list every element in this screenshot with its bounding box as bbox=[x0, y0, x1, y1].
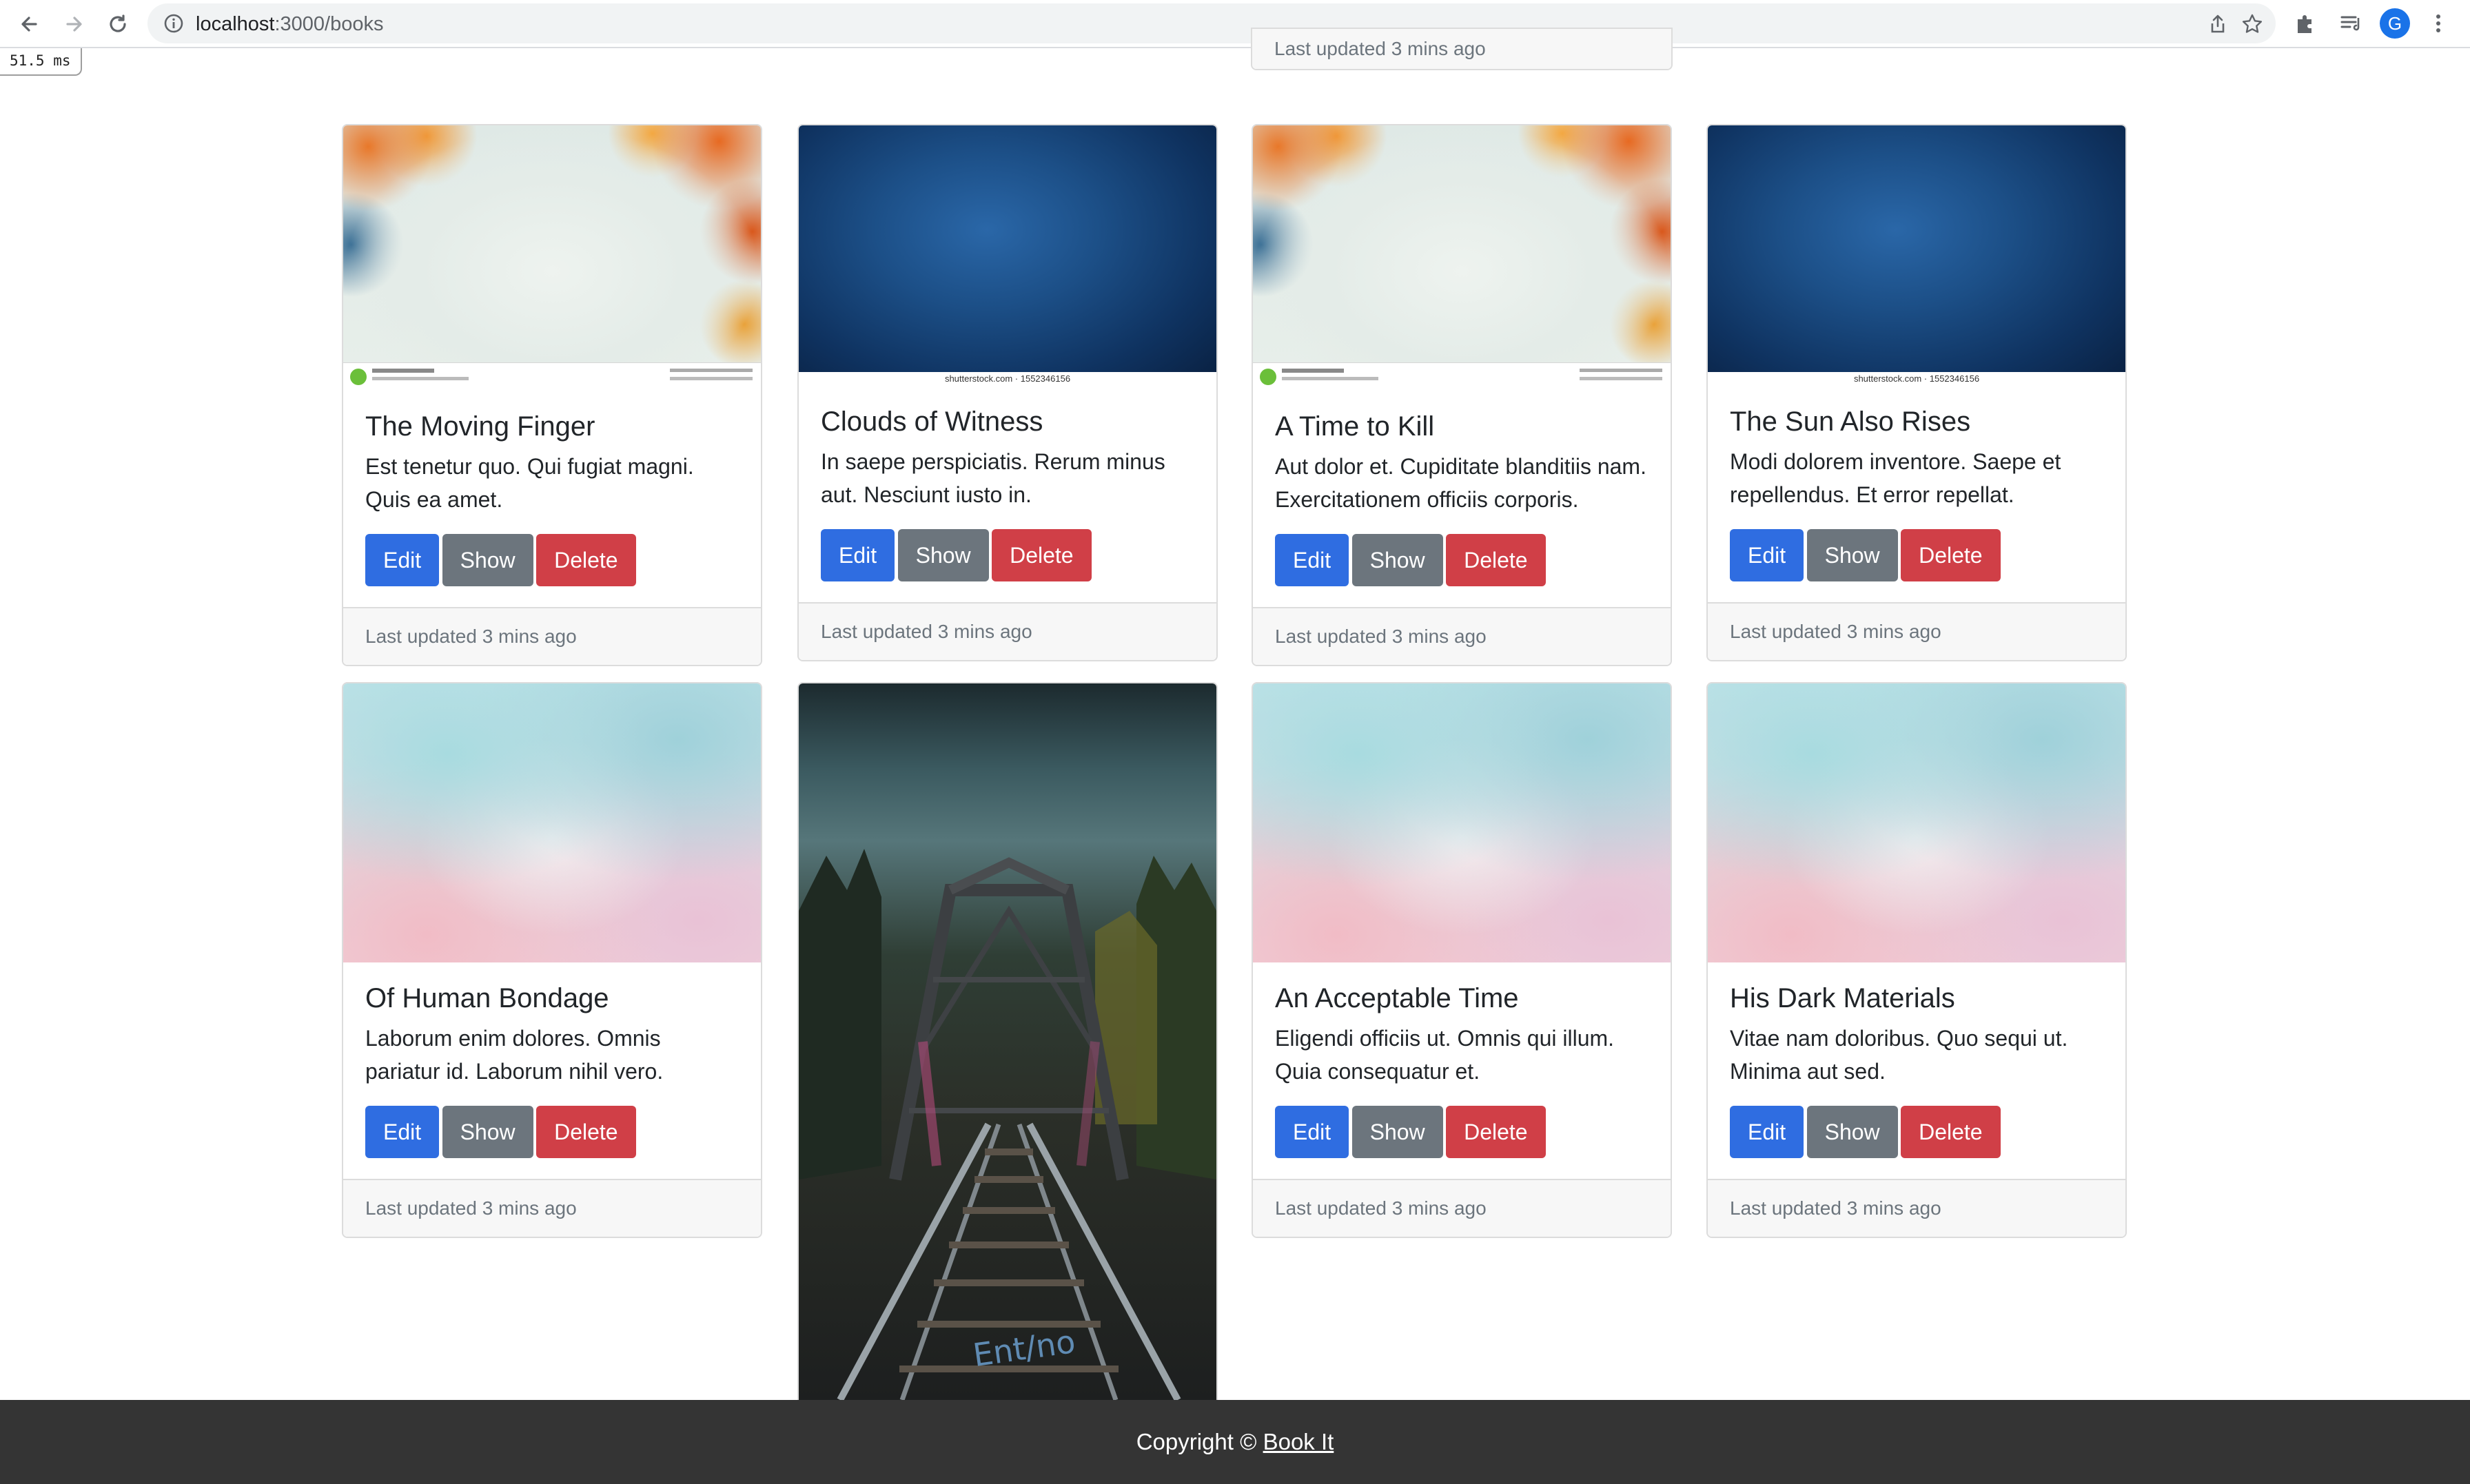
show-button[interactable]: Show bbox=[1806, 1106, 1898, 1158]
book-description: Vitae nam doloribus. Quo sequi ut. Minim… bbox=[1730, 1026, 2068, 1084]
edit-button[interactable]: Edit bbox=[821, 529, 895, 581]
book-description: Eligendi officiis ut. Omnis qui illum. Q… bbox=[1275, 1026, 1615, 1084]
image-watermark-strip bbox=[343, 362, 761, 391]
delete-button[interactable]: Delete bbox=[1446, 1106, 1546, 1158]
book-cover-image bbox=[343, 125, 761, 391]
book-cover-image: shutterstock.com · 1552346156 bbox=[799, 125, 1216, 386]
book-title: An Acceptable Time bbox=[1275, 983, 1519, 1013]
book-card: His Dark Materials Vitae nam doloribus. … bbox=[1706, 682, 2127, 1238]
url-path: :3000/books bbox=[274, 13, 384, 35]
book-description: In saepe perspiciatis. Rerum minus aut. … bbox=[821, 449, 1165, 507]
book-cover-image: shutterstock.com · 1552346156 bbox=[1708, 125, 2125, 386]
card-footer: Last updated 3 mins ago bbox=[343, 607, 761, 665]
book-title: A Time to Kill bbox=[1275, 411, 1435, 442]
book-title: The Sun Also Rises bbox=[1730, 406, 1971, 437]
book-description: Aut dolor et. Cupiditate blanditiis nam.… bbox=[1275, 454, 1646, 512]
book-title: Of Human Bondage bbox=[365, 983, 609, 1013]
book-title: His Dark Materials bbox=[1730, 983, 1955, 1013]
book-card: Of Human Bondage Laborum enim dolores. O… bbox=[342, 682, 762, 1238]
card-footer: Last updated 3 mins ago bbox=[1253, 1179, 1671, 1237]
card-footer: Last updated 3 mins ago bbox=[1252, 28, 1671, 69]
edit-button[interactable]: Edit bbox=[1730, 529, 1804, 581]
reading-list-icon[interactable] bbox=[2338, 10, 2365, 37]
book-cover-image bbox=[1253, 125, 1671, 391]
share-icon[interactable] bbox=[2207, 13, 2229, 35]
book-card: shutterstock.com · 1552346156 Clouds of … bbox=[797, 124, 1218, 661]
forward-arrow-icon[interactable] bbox=[58, 8, 90, 40]
card-footer: Last updated 3 mins ago bbox=[1708, 1179, 2125, 1237]
book-description: Est tenetur quo. Qui fugiat magni. Quis … bbox=[365, 454, 694, 512]
show-button[interactable]: Show bbox=[897, 529, 989, 581]
book-description: Laborum enim dolores. Omnis pariatur id.… bbox=[365, 1026, 664, 1084]
book-card-partial: Last updated 3 mins ago bbox=[1251, 28, 1673, 70]
browser-toolbar: localhost:3000/books G bbox=[0, 0, 2470, 48]
delete-button[interactable]: Delete bbox=[1446, 534, 1546, 586]
show-button[interactable]: Show bbox=[442, 1106, 533, 1158]
book-card: shutterstock.com · 1552346156 The Sun Al… bbox=[1706, 124, 2127, 661]
card-footer: Last updated 3 mins ago bbox=[1708, 602, 2125, 660]
brand-link[interactable]: Book It bbox=[1263, 1429, 1334, 1454]
url-host: localhost bbox=[196, 13, 275, 35]
delete-button[interactable]: Delete bbox=[536, 1106, 636, 1158]
edit-button[interactable]: Edit bbox=[1275, 1106, 1349, 1158]
edit-button[interactable]: Edit bbox=[365, 534, 440, 586]
card-footer: Last updated 3 mins ago bbox=[1253, 607, 1671, 665]
edit-button[interactable]: Edit bbox=[365, 1106, 440, 1158]
book-card: An Acceptable Time Eligendi officiis ut.… bbox=[1252, 682, 1672, 1238]
image-caption: shutterstock.com · 1552346156 bbox=[799, 372, 1216, 386]
show-button[interactable]: Show bbox=[1806, 529, 1898, 581]
browser-menu-icon[interactable] bbox=[2425, 10, 2452, 37]
railway-bridge-illustration: Ent/no bbox=[799, 849, 1216, 1400]
delete-button[interactable]: Delete bbox=[1901, 1106, 2001, 1158]
address-bar[interactable]: localhost:3000/books bbox=[147, 3, 2276, 43]
address-url: localhost:3000/books bbox=[196, 13, 383, 36]
card-footer: Last updated 3 mins ago bbox=[343, 1179, 761, 1237]
delete-button[interactable]: Delete bbox=[992, 529, 1092, 581]
copyright-text: Copyright © bbox=[1136, 1429, 1257, 1454]
book-cover-image bbox=[343, 683, 761, 962]
bookmark-star-icon[interactable] bbox=[2241, 13, 2263, 35]
book-cover-image bbox=[1253, 683, 1671, 962]
show-button[interactable]: Show bbox=[442, 534, 533, 586]
book-cover-image: Ent/no bbox=[799, 683, 1216, 1400]
reload-icon[interactable] bbox=[102, 8, 134, 40]
book-cover-image bbox=[1708, 683, 2125, 962]
image-caption: shutterstock.com · 1552346156 bbox=[1708, 372, 2125, 386]
site-info-icon[interactable] bbox=[163, 12, 185, 34]
book-card: The Moving Finger Est tenetur quo. Qui f… bbox=[342, 124, 762, 666]
edit-button[interactable]: Edit bbox=[1275, 534, 1349, 586]
delete-button[interactable]: Delete bbox=[1901, 529, 2001, 581]
book-description: Modi dolorem inventore. Saepe et repelle… bbox=[1730, 449, 2061, 507]
show-button[interactable]: Show bbox=[1351, 1106, 1443, 1158]
extensions-puzzle-icon[interactable] bbox=[2292, 10, 2320, 37]
image-watermark-strip bbox=[1253, 362, 1671, 391]
book-card: Ent/no bbox=[797, 682, 1218, 1400]
site-footer: Copyright © Book It bbox=[0, 1400, 2470, 1484]
edit-button[interactable]: Edit bbox=[1730, 1106, 1804, 1158]
render-timing-badge: 51.5 ms bbox=[0, 48, 82, 76]
back-arrow-icon[interactable] bbox=[14, 8, 45, 40]
book-title: Clouds of Witness bbox=[821, 406, 1043, 437]
delete-button[interactable]: Delete bbox=[536, 534, 636, 586]
show-button[interactable]: Show bbox=[1351, 534, 1443, 586]
profile-avatar[interactable]: G bbox=[2380, 8, 2410, 39]
book-title: The Moving Finger bbox=[365, 411, 595, 442]
book-card: A Time to Kill Aut dolor et. Cupiditate … bbox=[1252, 124, 1672, 666]
card-footer: Last updated 3 mins ago bbox=[799, 602, 1216, 660]
